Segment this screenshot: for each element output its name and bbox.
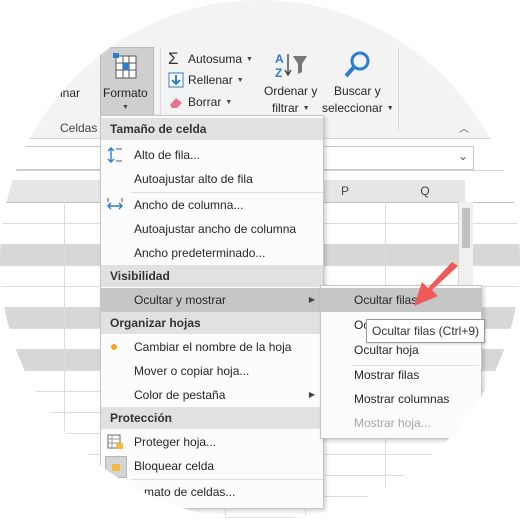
chevron-right-icon: ▶ — [308, 295, 315, 304]
left-partial-label[interactable]: inar — [60, 86, 80, 100]
svg-text:A: A — [275, 52, 284, 66]
sigma-icon: Σ — [168, 49, 179, 68]
submenu-mostrar-columnas[interactable]: Mostrar columnas — [321, 387, 481, 411]
expand-formula-icon[interactable]: ⌄ — [458, 149, 468, 163]
bloquear-celda-label: Bloquear celda — [134, 459, 215, 473]
menu-ancho-columna[interactable]: Ancho de columna... — [101, 193, 323, 217]
buscar-label-line2: seleccionar — [322, 101, 383, 115]
column-header-blank — [465, 180, 520, 203]
menu-formato-celdas[interactable]: mato de celdas... — [101, 480, 323, 504]
color-pestana-label: Color de pestaña — [134, 388, 226, 402]
chevron-down-icon: ▼ — [236, 76, 244, 84]
submenu-mostrar-filas[interactable]: Mostrar filas — [321, 363, 481, 387]
ocultar-mostrar-label: Ocultar y mostrar — [134, 293, 227, 307]
formato-celdas-label: mato de celdas... — [144, 485, 236, 499]
sort-filter-icon: A Z — [275, 52, 307, 80]
borrar-button[interactable]: Borrar ▼ — [168, 95, 232, 109]
formato-menu: Tamaño de celda Alto de fila... Autoajus… — [100, 115, 324, 509]
chevron-right-icon: ▶ — [308, 390, 315, 399]
ordenar-label-line2: filtrar — [272, 101, 299, 115]
cambiar-nombre-label: Cambiar el nombre de la hoja — [134, 340, 292, 354]
magnifier-icon — [344, 51, 370, 78]
column-header-q[interactable]: Q — [385, 180, 466, 203]
circular-crop: inar Formato ▼ Celdas ⌟ Σ Autosuma ▼ — [0, 0, 520, 520]
chevron-down-icon: ▼ — [302, 104, 310, 112]
rellenar-button[interactable]: Rellenar ▼ — [168, 72, 244, 88]
grid-column-line — [64, 202, 65, 520]
submenu-mostrar-hoja: Mostrar hoja... — [321, 411, 481, 435]
ancho-predeterminado-label: Ancho predeterminado... — [134, 246, 266, 260]
autosuma-button[interactable]: Σ Autosuma ▼ — [168, 49, 253, 69]
tooltip: Ocultar filas (Ctrl+9) — [366, 319, 486, 343]
group-divider — [398, 48, 399, 130]
chevron-down-icon: ▼ — [386, 104, 394, 112]
section-tamano-celda: Tamaño de celda — [101, 118, 323, 140]
alto-fila-label: Alto de fila... — [134, 148, 201, 162]
mostrar-hoja-label: Mostrar hoja... — [354, 416, 431, 430]
svg-text:Z: Z — [275, 66, 282, 80]
buscar-seleccionar-button[interactable]: Buscar y seleccionar ▼ — [322, 48, 394, 118]
rellenar-label: Rellenar — [188, 73, 233, 87]
section-visibilidad: Visibilidad — [101, 265, 323, 287]
scrollbar-thumb[interactable] — [462, 208, 470, 248]
autoajustar-alto-label: Autoajustar alto de fila — [134, 172, 253, 186]
borrar-label: Borrar — [188, 95, 222, 109]
menu-cambiar-nombre[interactable]: Cambiar el nombre de la hoja — [101, 335, 323, 359]
row-height-icon — [107, 147, 122, 163]
menu-ancho-predeterminado[interactable]: Ancho predeterminado... — [101, 241, 323, 265]
section-proteccion: Protección — [101, 407, 323, 429]
menu-bloquear-celda[interactable]: Bloquear celda — [101, 454, 323, 478]
menu-ocultar-mostrar[interactable]: Ocultar y mostrar ▶ — [101, 288, 323, 312]
buscar-label-line2-wrap: seleccionar ▼ — [322, 101, 394, 115]
chevron-down-icon: ▼ — [225, 98, 233, 106]
fill-down-icon — [168, 72, 184, 88]
ocultar-hoja-label: Ocultar hoja — [354, 343, 419, 357]
autosuma-label: Autosuma — [188, 52, 243, 66]
mostrar-filas-label: Mostrar filas — [354, 368, 420, 382]
section-organizar-hojas: Organizar hojas — [101, 312, 323, 334]
annotation-arrow-icon — [414, 262, 458, 306]
menu-alto-fila[interactable]: Alto de fila... — [101, 143, 323, 167]
ordenar-label-line1: Ordenar y — [264, 84, 318, 98]
celdas-group-label: Celdas — [60, 121, 98, 135]
chevron-down-icon: ▼ — [122, 104, 129, 111]
formato-label: Formato — [103, 86, 148, 100]
mostrar-columnas-label: Mostrar columnas — [354, 392, 450, 406]
mover-copiar-label: Mover o copiar hoja... — [134, 364, 250, 378]
bullet-icon — [111, 344, 117, 350]
proteger-hoja-label: Proteger hoja... — [134, 435, 217, 449]
formato-button[interactable]: Formato ▼ — [100, 47, 154, 119]
format-cells-icon — [113, 53, 137, 79]
autoajustar-ancho-label: Autoajustar ancho de columna — [134, 222, 297, 236]
column-width-icon — [107, 198, 123, 210]
ordenar-label-line2-wrap: filtrar ▼ — [272, 101, 310, 115]
protect-sheet-icon — [107, 434, 123, 449]
ordenar-filtrar-button[interactable]: A Z Ordenar y filtrar ▼ — [262, 48, 322, 118]
eraser-icon — [170, 98, 182, 108]
menu-autoajustar-alto[interactable]: Autoajustar alto de fila — [101, 167, 323, 191]
menu-proteger-hoja[interactable]: Proteger hoja... — [101, 430, 323, 454]
buscar-label-line1: Buscar y — [334, 84, 381, 98]
chevron-down-icon: ▼ — [246, 55, 253, 63]
lock-cell-icon — [105, 456, 127, 478]
menu-color-pestana[interactable]: Color de pestaña ▶ — [101, 383, 323, 407]
menu-autoajustar-ancho[interactable]: Autoajustar ancho de columna — [101, 217, 323, 241]
menu-mover-copiar[interactable]: Mover o copiar hoja... — [101, 359, 323, 383]
ancho-columna-label: Ancho de columna... — [134, 198, 244, 212]
collapse-ribbon-icon[interactable]: ︿ — [459, 120, 469, 135]
